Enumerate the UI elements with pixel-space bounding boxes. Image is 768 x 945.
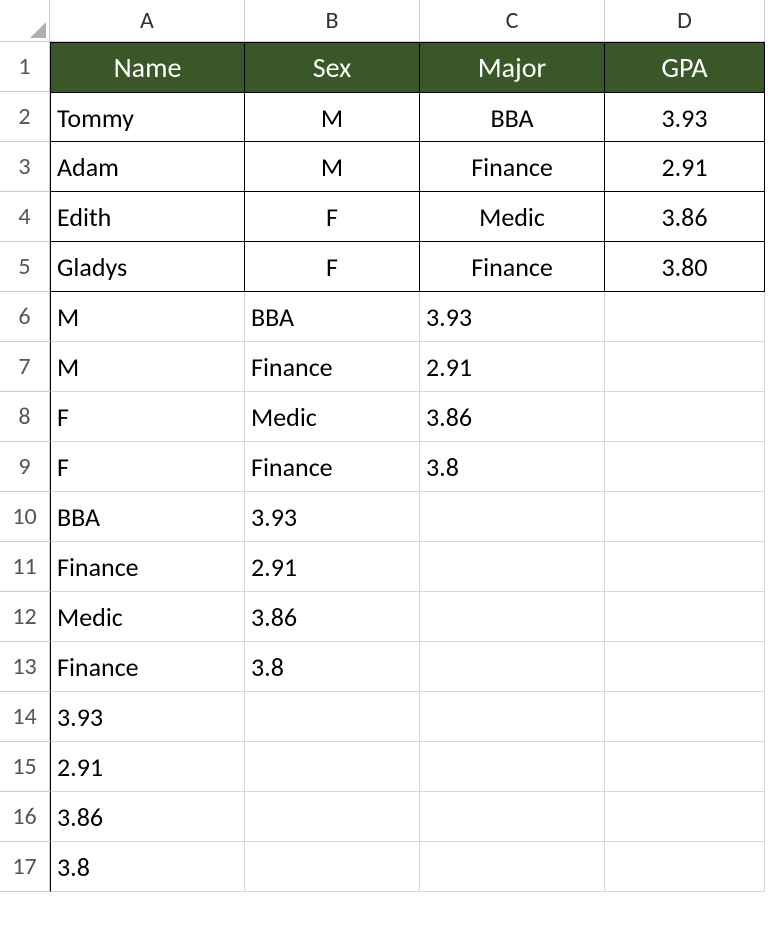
cell-A3[interactable]: Adam [50,142,245,192]
cell-B7[interactable]: Finance [245,342,420,392]
cell-A2[interactable]: Tommy [50,92,245,142]
cell-B16[interactable] [245,792,420,842]
cell-B11[interactable]: 2.91 [245,542,420,592]
row-header-14[interactable]: 14 [0,692,50,742]
cell-C5[interactable]: Finance [420,242,605,292]
cell-D13[interactable] [605,642,765,692]
col-header-A[interactable]: A [50,0,245,42]
cell-A8[interactable]: F [50,392,245,442]
row-header-13[interactable]: 13 [0,642,50,692]
cell-A14[interactable]: 3.93 [50,692,245,742]
row-header-15[interactable]: 15 [0,742,50,792]
cell-A9[interactable]: F [50,442,245,492]
cell-D16[interactable] [605,792,765,842]
cell-A16[interactable]: 3.86 [50,792,245,842]
row-header-5[interactable]: 5 [0,242,50,292]
row-header-1[interactable]: 1 [0,42,50,92]
row-header-4[interactable]: 4 [0,192,50,242]
cell-B2[interactable]: M [245,92,420,142]
cell-B3[interactable]: M [245,142,420,192]
cell-B9[interactable]: Finance [245,442,420,492]
spreadsheet[interactable]: A B C D 1 Name Sex Major GPA 2 Tommy M B… [0,0,768,892]
row-header-10[interactable]: 10 [0,492,50,542]
cell-B4[interactable]: F [245,192,420,242]
cell-A15[interactable]: 2.91 [50,742,245,792]
row-header-9[interactable]: 9 [0,442,50,492]
cell-D9[interactable] [605,442,765,492]
cell-D3[interactable]: 2.91 [605,142,765,192]
cell-B1[interactable]: Sex [245,42,420,92]
cell-C8[interactable]: 3.86 [420,392,605,442]
cell-B17[interactable] [245,842,420,892]
cell-B13[interactable]: 3.8 [245,642,420,692]
cell-C9[interactable]: 3.8 [420,442,605,492]
cell-C14[interactable] [420,692,605,742]
row-header-12[interactable]: 12 [0,592,50,642]
cell-B5[interactable]: F [245,242,420,292]
row-header-2[interactable]: 2 [0,92,50,142]
col-header-C[interactable]: C [420,0,605,42]
row-header-3[interactable]: 3 [0,142,50,192]
cell-A4[interactable]: Edith [50,192,245,242]
row-header-8[interactable]: 8 [0,392,50,442]
cell-C13[interactable] [420,642,605,692]
cell-A7[interactable]: M [50,342,245,392]
col-header-D[interactable]: D [605,0,765,42]
cell-D7[interactable] [605,342,765,392]
cell-D10[interactable] [605,492,765,542]
row-header-17[interactable]: 17 [0,842,50,892]
cell-C11[interactable] [420,542,605,592]
select-all-corner[interactable] [0,0,50,42]
cell-C10[interactable] [420,492,605,542]
cell-C15[interactable] [420,742,605,792]
cell-A1[interactable]: Name [50,42,245,92]
cell-D4[interactable]: 3.86 [605,192,765,242]
cell-D1[interactable]: GPA [605,42,765,92]
cell-C7[interactable]: 2.91 [420,342,605,392]
cell-B15[interactable] [245,742,420,792]
cell-C1[interactable]: Major [420,42,605,92]
row-header-11[interactable]: 11 [0,542,50,592]
cell-A11[interactable]: Finance [50,542,245,592]
cell-D5[interactable]: 3.80 [605,242,765,292]
cell-D6[interactable] [605,292,765,342]
cell-B10[interactable]: 3.93 [245,492,420,542]
cell-C6[interactable]: 3.93 [420,292,605,342]
cell-A6[interactable]: M [50,292,245,342]
cell-D14[interactable] [605,692,765,742]
row-header-6[interactable]: 6 [0,292,50,342]
cell-C16[interactable] [420,792,605,842]
cell-D11[interactable] [605,542,765,592]
cell-A17[interactable]: 3.8 [50,842,245,892]
cell-D15[interactable] [605,742,765,792]
cell-D2[interactable]: 3.93 [605,92,765,142]
cell-A12[interactable]: Medic [50,592,245,642]
cell-C2[interactable]: BBA [420,92,605,142]
cell-B6[interactable]: BBA [245,292,420,342]
cell-A10[interactable]: BBA [50,492,245,542]
cell-C4[interactable]: Medic [420,192,605,242]
row-header-16[interactable]: 16 [0,792,50,842]
row-header-7[interactable]: 7 [0,342,50,392]
cell-C17[interactable] [420,842,605,892]
cell-D12[interactable] [605,592,765,642]
cell-B8[interactable]: Medic [245,392,420,442]
cell-A13[interactable]: Finance [50,642,245,692]
cell-B12[interactable]: 3.86 [245,592,420,642]
cell-D8[interactable] [605,392,765,442]
col-header-B[interactable]: B [245,0,420,42]
cell-B14[interactable] [245,692,420,742]
cell-C12[interactable] [420,592,605,642]
cell-D17[interactable] [605,842,765,892]
cell-A5[interactable]: Gladys [50,242,245,292]
cell-C3[interactable]: Finance [420,142,605,192]
